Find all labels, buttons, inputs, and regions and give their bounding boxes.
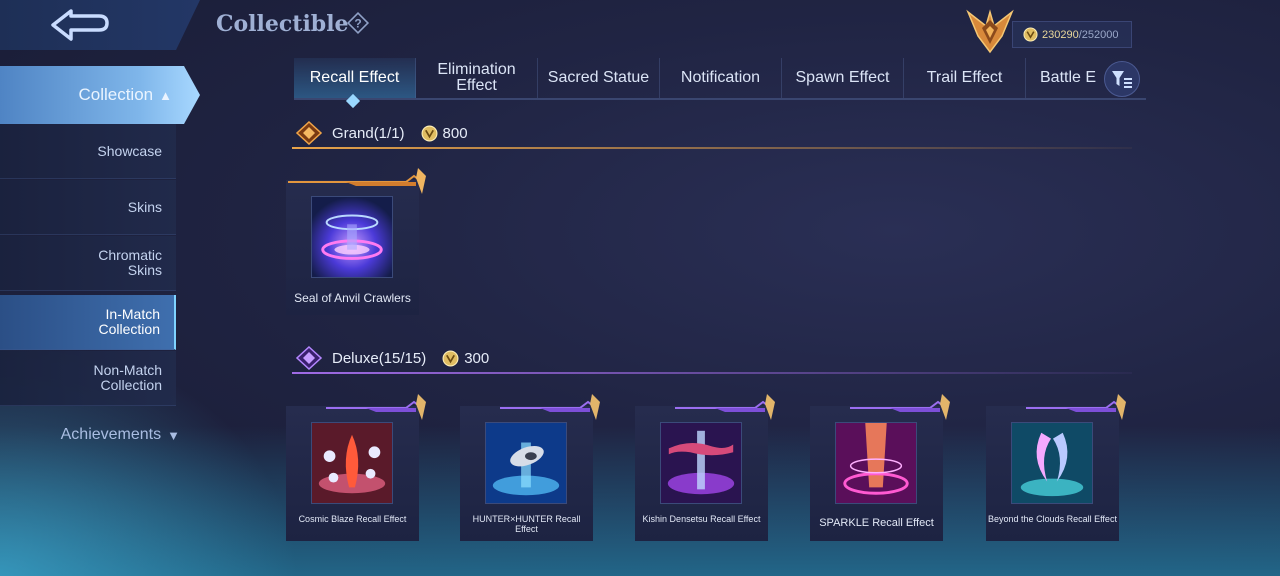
section-points: 300 [464, 349, 490, 367]
deluxe-corner-ornament [326, 394, 426, 420]
points-max: /252000 [1078, 28, 1119, 41]
filter-button[interactable] [1104, 61, 1140, 97]
item-name: HUNTER×HUNTER Recall Effect [472, 514, 581, 534]
deluxe-gem-icon [296, 346, 322, 370]
tab-elimination-effect[interactable]: Elimination Effect [416, 58, 538, 98]
filter-icon [1112, 71, 1132, 88]
deluxe-corner-ornament [1026, 394, 1126, 420]
sidebar-achievements[interactable]: Achievements ▼ [0, 420, 190, 450]
deluxe-corner-ornament [500, 394, 600, 420]
item-thumbnail [660, 422, 742, 504]
section-divider [292, 147, 1132, 149]
deluxe-item-card[interactable]: Cosmic Blaze Recall Effect [286, 394, 426, 541]
sidebar-item-label: Chromatic Skins [98, 247, 162, 278]
grand-corner-ornament [288, 168, 426, 194]
tab-bar: Recall Effect Elimination Effect Sacred … [294, 58, 1146, 100]
deluxe-corner-ornament [675, 394, 775, 420]
coin-icon [421, 125, 438, 141]
item-name: Cosmic Blaze Recall Effect [298, 514, 407, 524]
svg-text:?: ? [354, 17, 361, 31]
item-thumbnail [311, 422, 393, 504]
tab-label: Elimination Effect [437, 61, 516, 94]
points-current: 230290 [1042, 28, 1079, 41]
sidebar-item-non-match-collection[interactable]: Non-Match Collection [0, 351, 176, 406]
item-name: Beyond the Clouds Recall Effect [988, 514, 1117, 524]
tab-battle-emote[interactable]: Battle E [1026, 58, 1096, 98]
chevron-up-icon: ▲ [159, 87, 172, 103]
item-thumbnail [311, 196, 393, 278]
tab-recall-effect[interactable]: Recall Effect [294, 58, 416, 98]
sidebar-item-label: In-Match Collection [98, 306, 160, 337]
sidebar-collection[interactable]: Collection ▲ [0, 66, 200, 124]
section-title: Grand(1/1) [332, 124, 405, 142]
item-thumbnail [1011, 422, 1093, 504]
back-arrow-icon [51, 9, 109, 41]
collection-points: 230290/252000 [1012, 21, 1132, 48]
back-button[interactable] [0, 0, 200, 50]
item-name: Kishin Densetsu Recall Effect [642, 514, 761, 524]
section-divider [292, 372, 1132, 374]
coin-icon [442, 350, 459, 366]
sidebar-item-label: Skins [127, 198, 162, 215]
sidebar-item-label: Non-Match Collection [93, 362, 162, 393]
sidebar-item-label: Showcase [97, 142, 162, 159]
sidebar-item-showcase[interactable]: Showcase [0, 124, 176, 179]
item-name: SPARKLE Recall Effect [819, 517, 934, 529]
deluxe-item-card[interactable]: SPARKLE Recall Effect [810, 394, 950, 541]
item-thumbnail [835, 422, 917, 504]
item-name: Seal of Anvil Crawlers [294, 291, 411, 305]
tab-notification[interactable]: Notification [660, 58, 782, 98]
sidebar-item-skins[interactable]: Skins [0, 180, 176, 235]
tab-sacred-statue[interactable]: Sacred Statue [538, 58, 660, 98]
deluxe-item-card[interactable]: HUNTER×HUNTER Recall Effect [460, 394, 600, 541]
deluxe-item-card[interactable]: Beyond the Clouds Recall Effect [986, 394, 1126, 541]
section-header-deluxe: Deluxe(15/15) 300 [292, 345, 1132, 374]
chevron-down-icon: ▼ [167, 427, 180, 443]
sidebar-item-in-match-collection[interactable]: In-Match Collection [0, 295, 176, 350]
rank-emblem-icon [962, 6, 1018, 58]
page-title: Collectible [216, 11, 349, 37]
sidebar-achievements-label: Achievements [60, 426, 162, 443]
section-title: Deluxe(15/15) [332, 349, 427, 367]
grand-gem-icon [296, 121, 322, 145]
section-header-grand: Grand(1/1) 800 [292, 120, 1132, 149]
deluxe-corner-ornament [850, 394, 950, 420]
tab-spawn-effect[interactable]: Spawn Effect [782, 58, 904, 98]
sidebar-collection-label: Collection [78, 85, 154, 104]
deluxe-item-card[interactable]: Kishin Densetsu Recall Effect [635, 394, 775, 541]
help-icon[interactable]: ? [346, 11, 370, 35]
coin-icon [1023, 27, 1038, 42]
grand-item-card[interactable]: Seal of Anvil Crawlers [286, 168, 426, 315]
item-thumbnail [485, 422, 567, 504]
section-points: 800 [442, 124, 468, 142]
sidebar-item-chromatic-skins[interactable]: Chromatic Skins [0, 236, 176, 291]
tab-trail-effect[interactable]: Trail Effect [904, 58, 1026, 98]
